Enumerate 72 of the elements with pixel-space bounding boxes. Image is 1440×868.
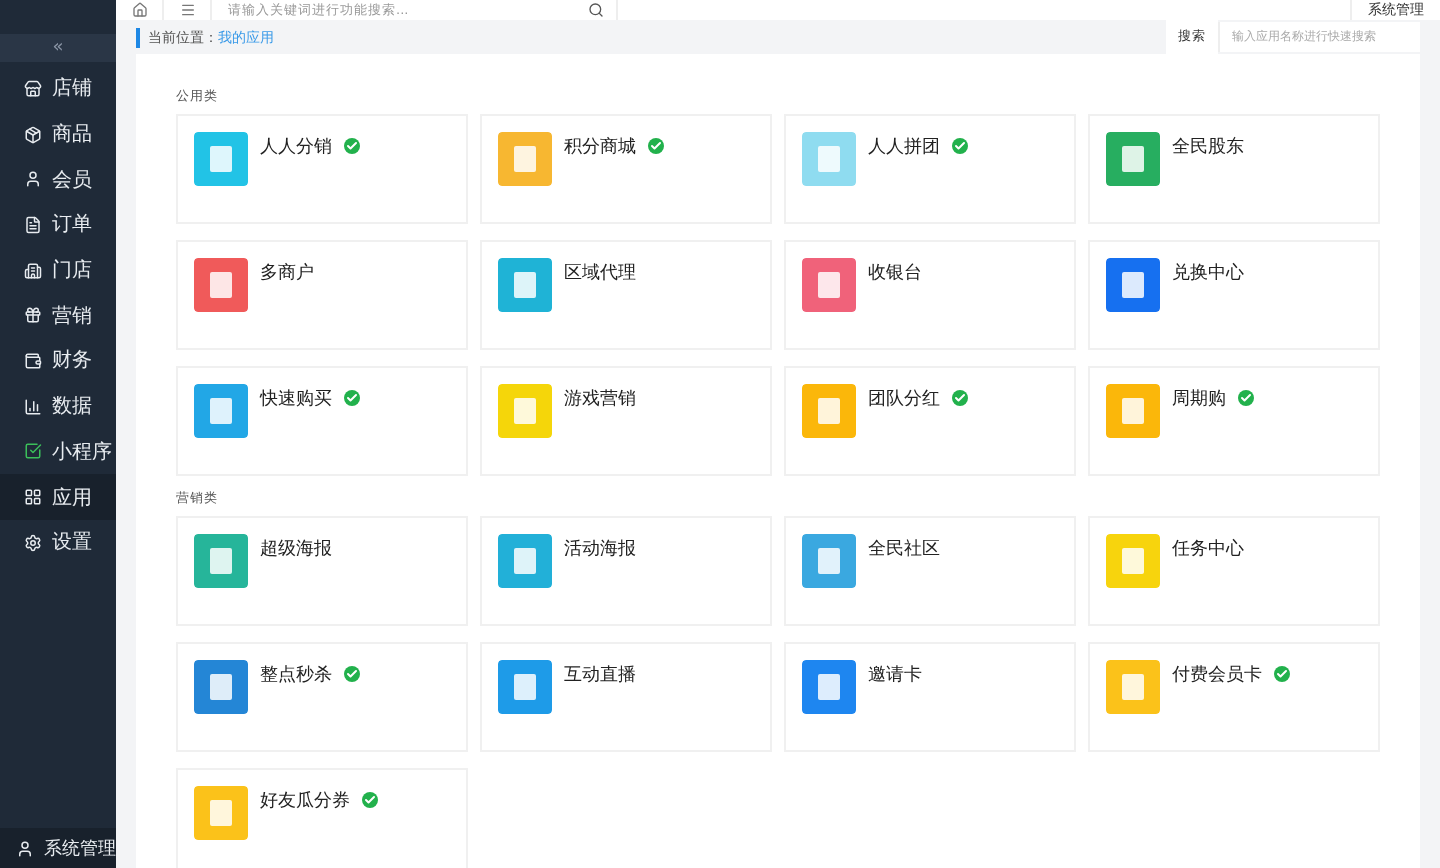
app-card[interactable]: 全民股东 (1088, 114, 1380, 224)
user-icon (16, 839, 34, 857)
app-card[interactable]: 人人拼团 (784, 114, 1076, 224)
app-name: 活动海报 (564, 537, 636, 562)
app-name: 邀请卡 (868, 663, 922, 688)
gift-icon (24, 306, 42, 325)
app-name: 团队分红 (868, 387, 940, 412)
app-name: 任务中心 (1172, 537, 1244, 562)
app-card[interactable]: 区域代理 (480, 240, 772, 350)
app-name: 快速购买 (260, 387, 332, 412)
app-card[interactable]: 收银台 (784, 240, 1076, 350)
app-name: 好友瓜分券 (260, 789, 350, 814)
app-card[interactable]: 全民社区 (784, 516, 1076, 626)
store-icon (24, 79, 42, 98)
document-icon (24, 215, 42, 234)
app-card[interactable]: 互动直播 (480, 642, 772, 752)
app-name: 兑换中心 (1172, 261, 1244, 286)
sidebar-item[interactable]: 营销 (0, 292, 116, 339)
app-card[interactable]: 团队分红 (784, 366, 1076, 476)
sidebar-item[interactable]: 会员 (0, 156, 116, 203)
app-card[interactable]: 超级海报 (176, 516, 468, 626)
app-name: 周期购 (1172, 387, 1226, 412)
sidebar-item[interactable]: 应用 (0, 474, 116, 520)
sidebar-item[interactable]: 店铺 (0, 66, 116, 112)
sidebar-item[interactable]: 门店 (0, 247, 116, 293)
app-card[interactable]: 兑换中心 (1088, 240, 1380, 350)
home-icon (131, 2, 147, 18)
app-name: 收银台 (868, 261, 922, 286)
app-card[interactable]: 周期购 (1088, 366, 1380, 476)
app-name: 互动直播 (564, 663, 636, 688)
app-name: 人人分销 (260, 135, 332, 160)
app-card[interactable]: 多商户 (176, 240, 468, 350)
app-name: 整点秒杀 (260, 663, 332, 688)
app-card[interactable]: 快速购买 (176, 366, 468, 476)
checkbox-icon (24, 442, 42, 461)
app-name: 全民社区 (868, 537, 940, 562)
app-card[interactable]: 整点秒杀 (176, 642, 468, 752)
app-name: 游戏营销 (564, 387, 636, 412)
app-name: 积分商城 (564, 135, 636, 160)
bar-chart-icon (24, 397, 42, 416)
grid-icon (24, 488, 42, 507)
wallet-icon (24, 351, 42, 370)
app-card[interactable]: 任务中心 (1088, 516, 1380, 626)
app-card[interactable]: 游戏营销 (480, 366, 772, 476)
menu-button[interactable] (164, 0, 212, 20)
app-name: 付费会员卡 (1172, 663, 1262, 688)
app-card[interactable]: 积分商城 (480, 114, 772, 224)
menu-icon (179, 2, 195, 18)
app-name: 多商户 (260, 261, 314, 286)
system-menu[interactable]: 系统管理 (0, 828, 116, 868)
building-icon (24, 261, 42, 280)
app-card[interactable]: 好友瓜分券 (176, 768, 468, 868)
sidebar-item[interactable]: 设置 (0, 519, 116, 566)
sidebar-item[interactable]: 数据 (0, 383, 116, 429)
app-name: 全民股东 (1172, 135, 1244, 160)
app-card[interactable]: 人人分销 (176, 114, 468, 224)
user-icon (24, 170, 42, 189)
collapse-button[interactable]: « (0, 34, 116, 62)
home-button[interactable] (116, 0, 164, 20)
app-card[interactable]: 活动海报 (480, 516, 772, 626)
settings-icon (24, 533, 42, 552)
sidebar-item[interactable]: 商品 (0, 111, 116, 157)
app-card[interactable]: 邀请卡 (784, 642, 1076, 752)
app-name: 超级海报 (260, 537, 332, 562)
sidebar-item[interactable]: 订单 (0, 202, 116, 248)
package-icon (24, 125, 42, 144)
sidebar-item[interactable]: 财务 (0, 338, 116, 384)
app-name: 人人拼团 (868, 135, 940, 160)
app-name: 区域代理 (564, 261, 636, 286)
app-card[interactable]: 付费会员卡 (1088, 642, 1380, 752)
search-icon[interactable] (588, 2, 604, 18)
sidebar-item[interactable]: 小程序 (0, 429, 116, 475)
